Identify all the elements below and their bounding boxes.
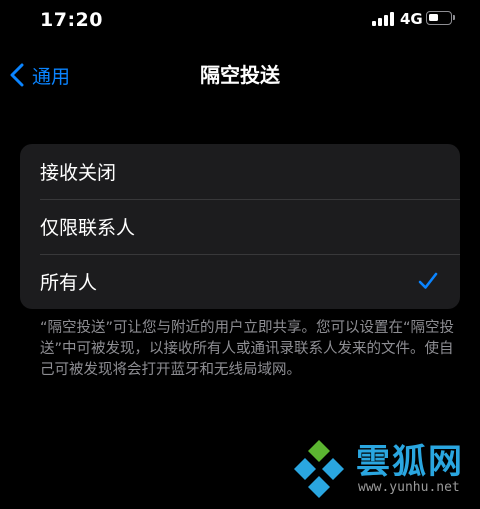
watermark: 雲狐网 www.yunhu.net (286, 432, 480, 509)
yunhu-logo-icon (294, 440, 344, 498)
network-type: 4G (400, 10, 423, 28)
back-button-label: 通用 (32, 65, 71, 88)
option-label: 接收关闭 (40, 162, 117, 184)
option-everyone[interactable]: 所有人 (20, 254, 460, 309)
battery-icon (426, 11, 452, 25)
airdrop-settings-screen: 17:20 4G 通用 隔空投送 接收关闭 仅限联系人 所有人 “隔空投送”可让… (0, 0, 480, 509)
cellular-signal-icon (372, 12, 394, 26)
airdrop-description: “隔空投送”可让您与附近的用户立即共享。您可以设置在“隔空投送”中可被发现，以接… (40, 320, 455, 378)
option-label: 仅限联系人 (40, 217, 136, 239)
option-receiving-off[interactable]: 接收关闭 (20, 144, 460, 199)
page-title: 隔空投送 (200, 63, 280, 87)
chevron-left-icon (10, 63, 24, 87)
watermark-url: www.yunhu.net (358, 480, 460, 495)
battery-tip (453, 15, 455, 20)
battery-level-fill (429, 14, 438, 21)
option-contacts-only[interactable]: 仅限联系人 (20, 199, 460, 254)
status-bar: 17:20 4G (0, 0, 480, 40)
option-label: 所有人 (40, 272, 98, 294)
status-time: 17:20 (40, 9, 103, 31)
checkmark-icon (418, 272, 438, 289)
watermark-brand: 雲狐网 (356, 442, 464, 482)
receive-options-group: 接收关闭 仅限联系人 所有人 (20, 144, 460, 309)
back-button[interactable]: 通用 (10, 60, 70, 90)
